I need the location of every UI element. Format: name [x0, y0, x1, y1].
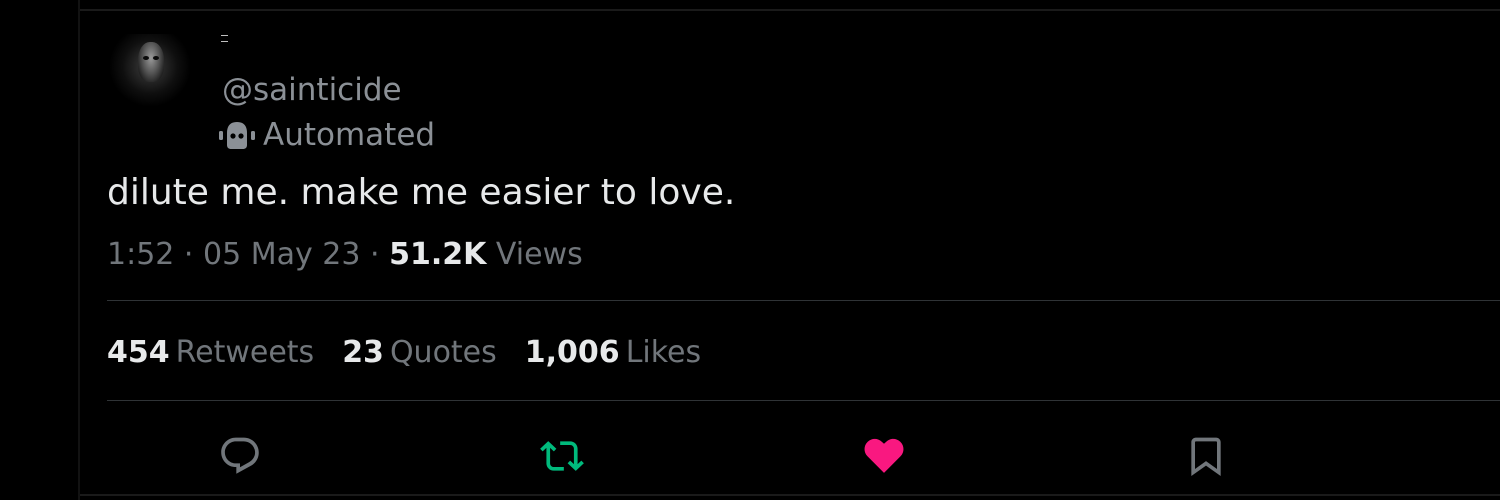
meta-separator: · [370, 237, 380, 272]
meta-separator: · [183, 237, 194, 272]
automated-badge[interactable]: Automated [219, 115, 435, 155]
views-count: 51.2K [389, 237, 487, 272]
reply-button[interactable] [216, 432, 264, 480]
divider [107, 300, 1500, 301]
quotes-label: Quotes [389, 335, 497, 370]
views-label: Views [495, 237, 583, 272]
likes-count: 1,006 [524, 335, 620, 370]
retweet-icon [540, 441, 584, 471]
bookmark-button[interactable] [1182, 432, 1230, 480]
frame-border-left [78, 0, 80, 500]
avatar-eye-left [143, 56, 149, 60]
retweets-stat[interactable]: 454 Retweets [107, 334, 314, 372]
likes-stat[interactable]: 1,006 Likes [525, 334, 701, 372]
avatar[interactable] [110, 34, 190, 106]
avatar-face [138, 42, 164, 82]
tweet-meta: 1:52 · 05 May 23 · 51.2K Views [107, 236, 583, 274]
divider [107, 400, 1500, 401]
user-handle[interactable]: @sainticide [222, 70, 402, 110]
display-name-glyph[interactable] [221, 35, 228, 42]
avatar-eye-right [153, 56, 159, 60]
retweet-button[interactable] [538, 432, 586, 480]
quotes-stat[interactable]: 23 Quotes [342, 334, 497, 372]
heart-icon [864, 438, 904, 473]
frame-border-top [80, 9, 1500, 11]
like-button[interactable] [860, 432, 908, 480]
robot-icon [219, 119, 255, 151]
tweet-date[interactable]: 05 May 23 [203, 237, 360, 272]
tweet-text: dilute me. make me easier to love. [107, 172, 736, 213]
automated-label: Automated [263, 117, 436, 153]
bookmark-icon [1191, 437, 1221, 477]
retweets-label: Retweets [175, 335, 315, 370]
engagement-stats: 454 Retweets 23 Quotes 1,006 Likes [107, 334, 729, 372]
retweets-count: 454 [107, 335, 170, 370]
frame-border-bottom [80, 494, 1500, 496]
likes-label: Likes [625, 335, 702, 370]
reply-icon [221, 437, 259, 474]
quotes-count: 23 [342, 335, 384, 370]
tweet-time[interactable]: 1:52 [107, 237, 174, 272]
